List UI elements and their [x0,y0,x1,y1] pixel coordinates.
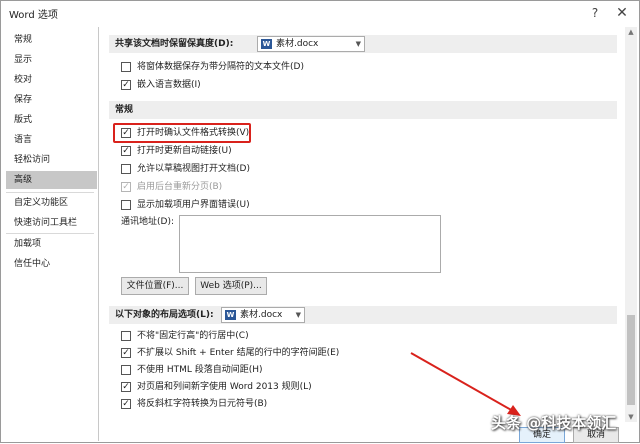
annotation-arrow [410,352,521,416]
word-options-dialog: Word 选项 ? ✕ 常规 显示 校对 保存 版式 语言 轻松访问 高级 自定… [0,0,640,443]
arrow-line [410,352,514,412]
watermark-text: 头条 @科技本领汇 [491,414,617,432]
